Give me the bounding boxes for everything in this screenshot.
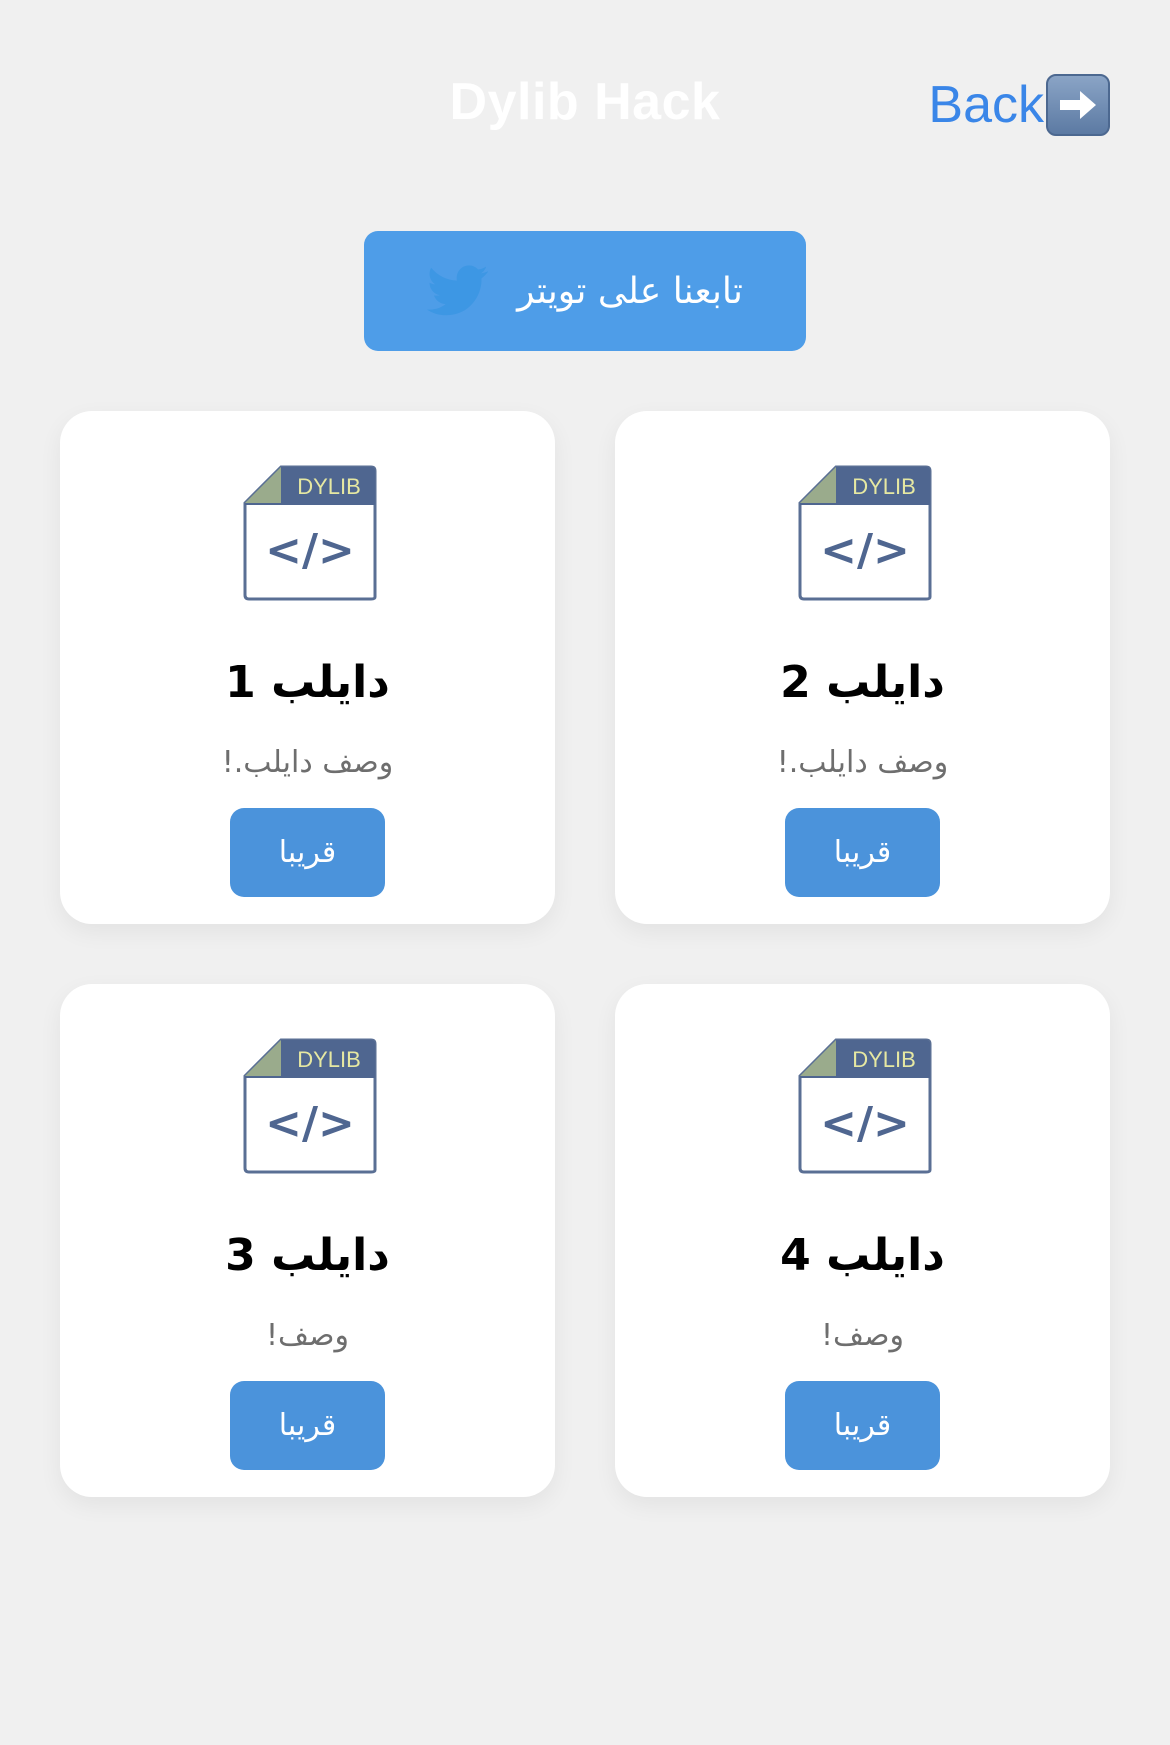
- dylib-file-icon: DYLIB </>: [798, 1038, 932, 1174]
- card-title: دايلب 4: [780, 1230, 945, 1281]
- twitter-bird-icon: [427, 265, 489, 317]
- coming-soon-button[interactable]: قريبا: [785, 808, 940, 897]
- card-title: دايلب 2: [780, 657, 945, 708]
- card-description: وصف دايلب.!: [221, 745, 394, 780]
- card-description: وصف!: [265, 1318, 350, 1353]
- twitter-follow-button[interactable]: تابعنا على تويتر: [364, 231, 806, 351]
- coming-soon-button[interactable]: قريبا: [785, 1381, 940, 1470]
- svg-text:</>: </>: [265, 1098, 355, 1149]
- coming-soon-button[interactable]: قريبا: [230, 1381, 385, 1470]
- back-button[interactable]: Back: [928, 74, 1110, 136]
- svg-text:</>: </>: [265, 525, 355, 576]
- card-title: دايلب 1: [225, 657, 390, 708]
- coming-soon-button[interactable]: قريبا: [230, 808, 385, 897]
- svg-text:</>: </>: [820, 525, 910, 576]
- dylib-card: DYLIB </> دايلب 2 وصف دايلب.! قريبا: [615, 411, 1110, 924]
- svg-text:DYLIB: DYLIB: [297, 474, 361, 499]
- svg-text:DYLIB: DYLIB: [852, 474, 916, 499]
- dylib-file-icon: DYLIB </>: [798, 465, 932, 601]
- svg-text:DYLIB: DYLIB: [297, 1047, 361, 1072]
- header: Dylib Hack Back: [0, 0, 1170, 210]
- card-title: دايلب 3: [225, 1230, 390, 1281]
- dylib-card: DYLIB </> دايلب 3 وصف! قريبا: [60, 984, 555, 1497]
- card-description: وصف دايلب.!: [776, 745, 949, 780]
- dylib-file-icon: DYLIB </>: [243, 465, 377, 601]
- dylib-card: DYLIB </> دايلب 1 وصف دايلب.! قريبا: [60, 411, 555, 924]
- svg-text:</>: </>: [820, 1098, 910, 1149]
- dylib-file-icon: DYLIB </>: [243, 1038, 377, 1174]
- back-label: Back: [928, 76, 1044, 134]
- card-description: وصف!: [820, 1318, 905, 1353]
- svg-text:DYLIB: DYLIB: [852, 1047, 916, 1072]
- twitter-follow-label: تابعنا على تويتر: [517, 270, 743, 312]
- dylib-card: DYLIB </> دايلب 4 وصف! قريبا: [615, 984, 1110, 1497]
- right-arrow-icon: [1046, 74, 1110, 136]
